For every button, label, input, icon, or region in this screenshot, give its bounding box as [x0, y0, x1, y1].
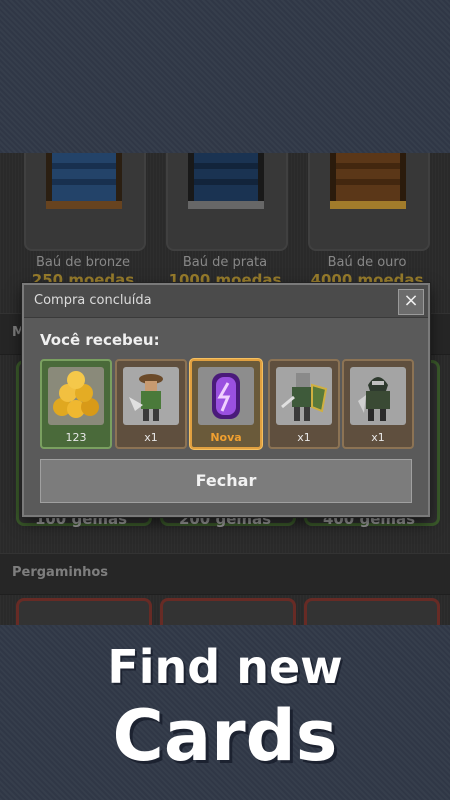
rune-card-icon	[198, 367, 254, 425]
reward-item[interactable]: Nova	[190, 359, 262, 449]
reward-quantity: x1	[144, 431, 158, 444]
reward-item[interactable]: 123	[40, 359, 112, 449]
purchase-complete-dialog: Compra concluída × Você recebeu: 123 x1	[22, 283, 430, 517]
reward-quantity: x1	[371, 431, 385, 444]
new-badge: Nova	[210, 431, 242, 444]
shield-knight-icon	[276, 367, 332, 425]
reward-quantity: 123	[65, 431, 87, 444]
dialog-header: Compra concluída ×	[24, 285, 428, 318]
reward-item[interactable]: x1	[342, 359, 414, 449]
reward-quantity: x1	[297, 431, 311, 444]
hooded-rogue-icon	[350, 367, 406, 425]
reward-item[interactable]: x1	[115, 359, 187, 449]
close-button[interactable]: Fechar	[40, 459, 412, 503]
dialog-title: Compra concluída	[34, 293, 152, 308]
promo-headline: Find new	[107, 640, 343, 694]
received-label: Você recebeu:	[40, 331, 160, 349]
soldier-card-icon	[123, 367, 179, 425]
promo-subheadline: Cards	[112, 695, 338, 777]
reward-item[interactable]: x1	[268, 359, 340, 449]
coins-icon	[48, 367, 104, 425]
close-icon[interactable]: ×	[398, 289, 424, 315]
